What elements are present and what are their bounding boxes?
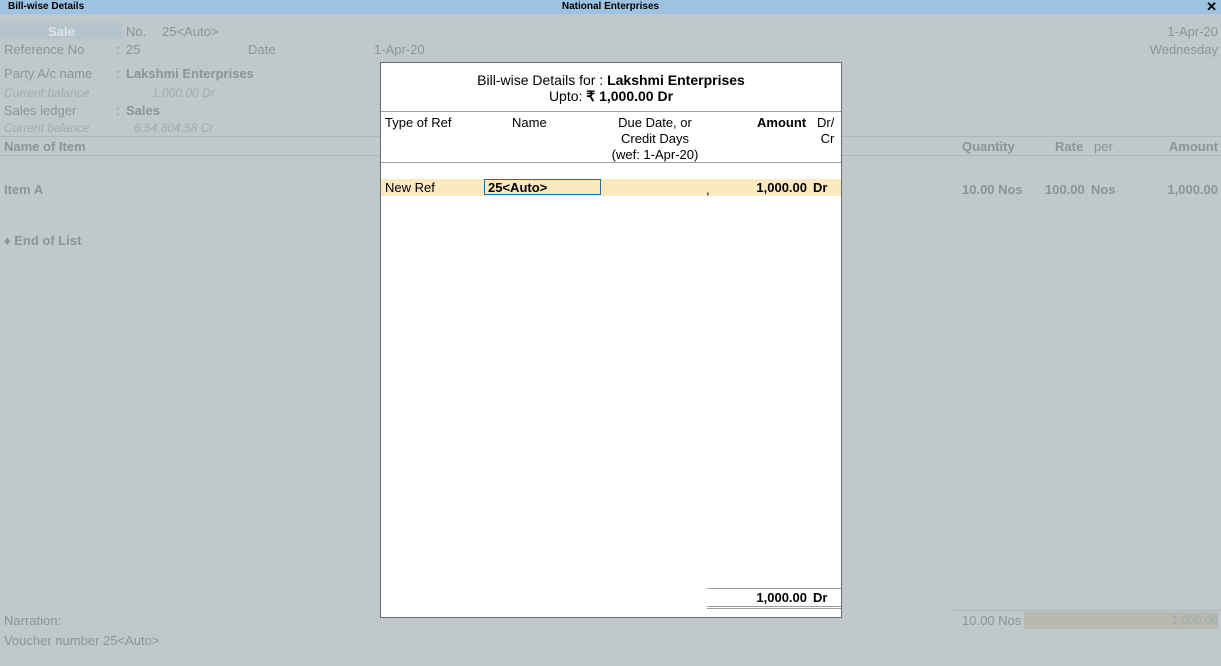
sales-ledger-label: Sales ledger [4,103,77,118]
voucher-number-text: Voucher number 25<Auto> [4,633,160,648]
party-balance: 1,000.00 Dr [152,86,215,100]
sales-ledger-colon: : [116,103,120,118]
dialog-title-prefix: Bill-wise Details for : [477,72,604,88]
party-value: Lakshmi Enterprises [126,66,254,81]
col-ref-name: Name [512,115,547,130]
dialog-total-drcr: Dr [813,590,828,605]
total-line-bottom [707,606,841,607]
col-drcr-line2: Cr [820,131,835,146]
reference-no-label: Reference No [4,42,85,57]
bill-wise-dialog: Bill-wise Details for : Lakshmi Enterpri… [380,62,842,618]
upto-label: Upto: [548,88,583,104]
sales-balance: 6,54,804.58 Cr [134,121,214,135]
dialog-upto: Upto: ₹ 1,000.00 Dr [381,88,841,105]
total-divider [954,610,1221,611]
col-due-line1: Due Date, or [618,115,692,130]
item-amount: 1,000.00 [1167,182,1218,197]
end-of-list: ♦ End of List [4,233,82,248]
row-dr-cr[interactable]: Dr [813,179,827,196]
col-quantity: Quantity [962,139,1015,154]
sales-ledger-value: Sales [126,103,160,118]
row-amount[interactable]: 1,000.00 [756,179,807,196]
col-due-line3: (wef: 1-Apr-20) [611,147,699,162]
total-amount: 1,000.00 [1171,613,1218,627]
col-drcr-line1: Dr/ [817,115,835,130]
date-label: Date [248,42,276,57]
party-label: Party A/c name [4,66,93,81]
upto-value: ₹ 1,000.00 Dr [586,88,674,104]
narration-label: Narration: [4,613,62,628]
title-bar: Bill-wise Details National Enterprises ✕ [0,0,1221,14]
dialog-total-amount: 1,000.00 [756,590,807,605]
col-rate: Rate [1055,139,1084,154]
dialog-party-name: Lakshmi Enterprises [607,72,745,88]
sales-balance-label: Current balance [4,121,90,135]
close-icon[interactable]: ✕ [1206,0,1217,15]
row-due-date[interactable]: , [706,181,710,198]
date-value: 1-Apr-20 [374,42,425,57]
row-type-of-ref[interactable]: New Ref [385,179,435,196]
item-name: Item A [4,182,44,197]
col-dr-cr: Dr/ Cr [817,115,834,147]
party-colon: : [116,66,120,81]
dialog-title: Bill-wise Details for : Lakshmi Enterpri… [381,72,841,88]
col-due-line2: Credit Days [621,131,689,146]
party-balance-label: Current balance [4,86,90,100]
col-amount: Amount [1168,139,1218,154]
company-name: National Enterprises [561,1,660,12]
col-per: per [1094,139,1113,154]
item-rate: 100.00 [1045,182,1085,197]
voucher-type: Sale [48,24,75,39]
row-name-input[interactable]: 25<Auto> [484,179,601,195]
item-quantity: 10.00 Nos [962,182,1023,197]
dialog-column-divider [381,162,841,163]
voucher-date: 1-Apr-20 [1167,24,1218,39]
item-per: Nos [1091,182,1116,197]
col-type-of-ref: Type of Ref [385,115,452,130]
col-name-of-item: Name of Item [4,139,86,154]
reference-no-value: 25 [126,42,141,57]
total-line-double [707,608,841,609]
dialog-header-divider [381,111,841,112]
col-due-date: Due Date, or Credit Days (wef: 1-Apr-20) [605,115,705,163]
reference-colon: : [116,42,120,57]
total-quantity: 10.00 Nos [962,613,1022,628]
col-bill-amount: Amount [757,115,807,130]
voucher-no-value: 25<Auto> [162,24,219,39]
voucher-weekday: Wednesday [1149,42,1218,57]
voucher-no-label: No. [126,24,147,39]
